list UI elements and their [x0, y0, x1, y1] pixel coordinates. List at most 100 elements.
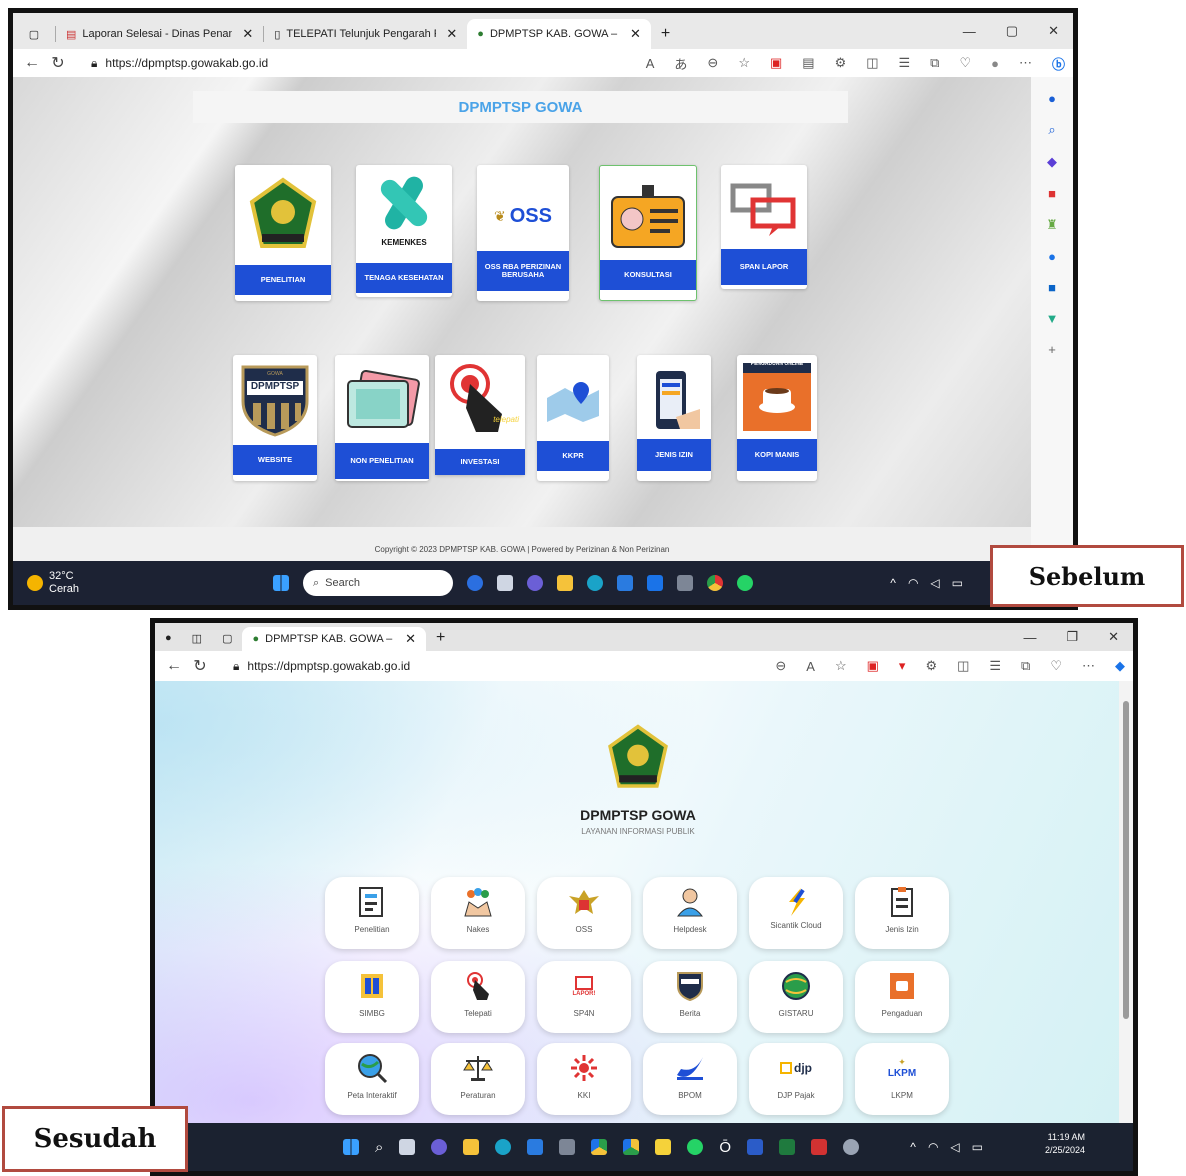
card-investasi[interactable]: telepati INVESTASI [435, 355, 525, 475]
card-website[interactable]: GOWA DPMPTSP WEBSITE [233, 355, 317, 481]
search-icon[interactable]: ⌕ [1048, 122, 1055, 138]
scrollbar-thumb[interactable] [1123, 701, 1129, 1019]
tile-jenis-izin[interactable]: Jenis Izin [855, 877, 949, 949]
split-screen-icon[interactable]: ◫ [957, 658, 969, 674]
shopping-tag-icon[interactable]: ◆ [1047, 154, 1057, 170]
restore-icon[interactable]: ▢ [1006, 23, 1018, 39]
drive-icon[interactable] [591, 1139, 608, 1155]
office-icon[interactable]: ● [1048, 249, 1056, 264]
favorites-icon[interactable]: ☰ [989, 658, 1001, 674]
windows-start-icon[interactable] [273, 575, 289, 591]
collections-icon[interactable]: ⧉ [930, 55, 939, 71]
whatsapp-icon[interactable] [737, 575, 753, 591]
file-explorer-icon[interactable] [463, 1139, 480, 1155]
zoom-icon[interactable]: ⊖ [707, 55, 718, 71]
close-window-icon[interactable]: ✕ [1108, 629, 1119, 645]
drive-icon[interactable] [623, 1139, 640, 1155]
tools-icon[interactable]: ■ [1048, 186, 1056, 201]
wifi-icon[interactable]: ◠ [908, 576, 918, 590]
extension-icon[interactable]: ▾ [899, 658, 906, 674]
workspaces-icon[interactable]: ◫ [182, 625, 212, 651]
favorites-icon[interactable]: ☰ [899, 55, 911, 71]
refresh-icon[interactable]: ↻ [45, 53, 71, 73]
card-tenaga-kesehatan[interactable]: KEMENKES TENAGA KESEHATAN [356, 165, 452, 297]
card-konsultasi[interactable]: KONSULTASI [599, 165, 697, 301]
tile-simbg[interactable]: SIMBG [325, 961, 419, 1033]
read-aloud-icon[interactable]: A [646, 56, 655, 71]
card-oss[interactable]: ❦ OSS OSS RBA PERIZINAN BERUSAHA [477, 165, 569, 301]
camera-icon[interactable] [559, 1139, 576, 1155]
tab-dpmptsp[interactable]: ● DPMPTSP KAB. GOWA – Dinas P ✕ [242, 627, 427, 651]
translate-icon[interactable]: あ [674, 54, 687, 73]
tile-berita[interactable]: Berita [643, 961, 737, 1033]
profile-icon[interactable]: ● [155, 625, 182, 651]
page-scrollbar[interactable] [1119, 681, 1133, 1123]
tile-kki[interactable]: KKI [537, 1043, 631, 1115]
extension-icon[interactable]: ▣ [770, 55, 782, 71]
taskbar-clock[interactable]: 11:19 AM 2/25/2024 [1045, 1131, 1085, 1156]
outlook-icon[interactable]: ■ [1048, 280, 1056, 295]
extensions-icon[interactable]: ⚙ [925, 658, 937, 674]
volume-icon[interactable]: ◁ [930, 576, 939, 590]
teams-icon[interactable] [527, 575, 543, 591]
back-icon[interactable]: ← [19, 54, 45, 72]
zoom-icon[interactable]: ⊖ [775, 658, 786, 674]
tile-oss[interactable]: OSS [537, 877, 631, 949]
store-icon[interactable] [527, 1139, 544, 1155]
task-view-icon[interactable] [399, 1139, 416, 1155]
chevron-up-icon[interactable]: ^ [890, 576, 896, 590]
copilot-icon[interactable]: ◆ [1115, 658, 1125, 674]
app-icon[interactable]: Ō [719, 1139, 731, 1156]
favorite-star-icon[interactable]: ☆ [738, 55, 750, 71]
whatsapp-icon[interactable] [687, 1139, 704, 1155]
tile-helpdesk[interactable]: Helpdesk [643, 877, 737, 949]
performance-icon[interactable]: ♡ [1050, 658, 1062, 674]
settings-icon[interactable] [843, 1139, 860, 1155]
close-icon[interactable]: ✕ [446, 26, 457, 42]
card-kopi-manis[interactable]: PENGADUAN ONLINE KOPI MANIS [737, 355, 817, 481]
chrome-icon[interactable] [707, 575, 723, 591]
tab-actions-button[interactable]: ▢ [13, 19, 55, 49]
extensions-icon[interactable]: ⚙ [835, 55, 847, 71]
add-icon[interactable]: + [1048, 342, 1056, 357]
card-span-lapor[interactable]: SPAN LAPOR [721, 165, 807, 289]
performance-icon[interactable]: ♡ [959, 55, 971, 71]
new-tab-button[interactable]: + [651, 19, 680, 49]
acrobat-icon[interactable] [811, 1139, 828, 1155]
tile-peraturan[interactable]: Peraturan [431, 1043, 525, 1115]
volume-icon[interactable]: ◁ [950, 1140, 959, 1154]
search-icon[interactable]: ⌕ [375, 1139, 383, 1156]
camera-icon[interactable] [677, 575, 693, 591]
send-icon[interactable]: ▼ [1046, 311, 1059, 326]
url-field[interactable]: 🔒︎ https://dpmptsp.gowakab.go.id [223, 654, 775, 678]
chevron-up-icon[interactable]: ^ [910, 1140, 916, 1154]
tab-dpmptsp[interactable]: ● DPMPTSP KAB. GOWA – Dinas P ✕ [467, 19, 651, 49]
new-tab-button[interactable]: + [426, 625, 455, 651]
read-aloud-icon[interactable]: A [806, 659, 815, 674]
restore-icon[interactable]: ❐ [1066, 629, 1078, 645]
close-icon[interactable]: ✕ [405, 631, 416, 647]
teams-icon[interactable] [431, 1139, 448, 1155]
close-icon[interactable]: ✕ [242, 26, 253, 42]
tab-telepati[interactable]: ▯ TELEPATI Telunjuk Pengarah Peta ✕ [264, 19, 467, 49]
extension-icon[interactable]: ▤ [802, 55, 814, 71]
back-icon[interactable]: ← [161, 657, 187, 675]
card-kkpr[interactable]: KKPR [537, 355, 609, 481]
more-menu-icon[interactable]: ⋯ [1019, 55, 1032, 71]
notification-icon[interactable]: ● [1048, 91, 1056, 106]
profile-avatar-icon[interactable]: ● [991, 56, 999, 71]
collections-icon[interactable]: ⧉ [1021, 658, 1030, 674]
tile-pengaduan[interactable]: Pengaduan [855, 961, 949, 1033]
tile-sicantik-cloud[interactable]: Sicantik Cloud [749, 877, 843, 949]
sticky-notes-icon[interactable] [655, 1139, 672, 1155]
card-non-penelitian[interactable]: NON PENELITIAN [335, 355, 429, 481]
file-explorer-icon[interactable] [557, 575, 573, 591]
tile-peta-interaktif[interactable]: Peta Interaktif [325, 1043, 419, 1115]
windows-start-icon[interactable] [343, 1139, 359, 1155]
favorite-star-icon[interactable]: ☆ [835, 658, 847, 674]
bing-icon[interactable] [467, 575, 483, 591]
tab-laporan[interactable]: ▤ Laporan Selesai - Dinas Penanam ✕ [56, 19, 263, 49]
tile-sp4n[interactable]: LAPOR! SP4N [537, 961, 631, 1033]
tile-telepati[interactable]: Telepati [431, 961, 525, 1033]
copilot-icon[interactable]: ⓑ [1052, 54, 1065, 73]
